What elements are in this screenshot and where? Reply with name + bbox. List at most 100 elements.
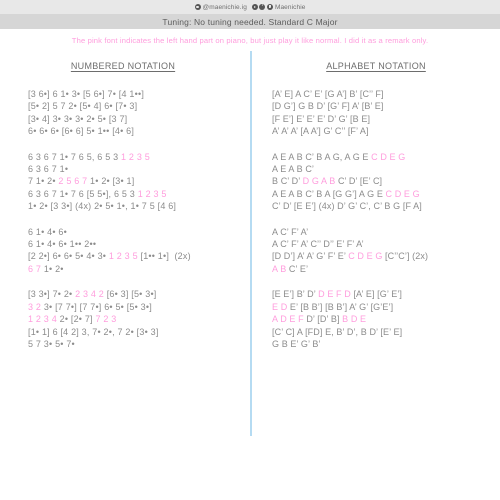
notation-segment-pink: 3 2 [28,301,42,312]
notation-segment: 1• 2• [3 3•] (4x) 2• 5• 1•, 1• 7 5 [4 6] [28,201,177,212]
notation-segment: A E A B C’ [272,164,315,175]
notation-line: A B C’ E’ [272,263,500,275]
notation-segment-pink: 7 2 3 [95,314,117,325]
notation-segment: [3• 4] 3• 3• 3• 2• 5• [3 7] [28,113,128,124]
notation-segment: D’ [D’ B] [303,314,343,325]
notation-block: 6 3 6 7 1• 7 6 5, 6 5 3 1 2 3 56 3 6 7 1… [0,151,250,213]
remark-text: The pink font indicates the left hand pa… [71,35,429,45]
notation-line: 6 1• 4• 6• 1•• 2•• [28,238,250,250]
notation-line: [C’ C] A [FD] E, B’ D’, B D’ [E’ E] [272,326,500,338]
notation-segment: G B E’ G’ B’ [272,338,321,349]
instagram-icon [194,4,201,10]
notation-block: [3 3•] 7• 2• 2 3 4 2 [6• 3] [5• 3•] 3 2 3… [0,288,250,350]
notation-sheet: NUMBERED NOTATION [3 6•] 6 1• 3• [5 6•] … [0,51,500,436]
notation-segment: 1• 2• [3• 1] [87,176,135,187]
notation-segment: E’ [B B’] [B B’] A’ G’ [G’E’] [287,301,394,312]
alphabet-notation-body: [A’ E] A C’ E’ [G A’] B’ [C’’ F] [D G’] G… [250,88,500,350]
notation-segment-pink: 6 7 [28,263,42,274]
notation-segment: [3 3•] 7• 2• [28,289,76,300]
alphabet-notation-title: ALPHABET NOTATION [326,61,426,71]
notation-block: 6 1• 4• 6• 6 1• 4• 6• 1•• 2•• [2 2•] 6• 6•… [0,226,250,276]
notation-line: [2 2•] 6• 6• 5• 4• 3• 1 2 3 5 [1•• 1•] (… [28,250,250,262]
notation-segment: A E A B C’ B A [G G’] A G E [272,188,386,199]
numbered-notation-column: NUMBERED NOTATION [3 6•] 6 1• 3• [5 6•] … [0,61,250,363]
notation-segment-pink: C D E G [348,251,383,262]
notation-line: 6 7 1• 2• [28,263,250,275]
notation-line: 3 2 3• [7 7•] [7 7•] 6• 5• [5• 3•] [28,301,250,313]
notation-segment-pink: A D E F [272,314,304,325]
notation-segment: 5 7 3• 5• 7• [28,338,75,349]
notation-line: 1 2 3 4 2• [2• 7] 7 2 3 [28,313,250,325]
notation-segment-pink: 2 3 4 2 [75,289,105,300]
notation-segment: 6 1• 4• 6• [28,226,67,237]
notation-segment-pink: 1 2 3 5 [137,188,167,199]
notation-segment-pink: 1 2 3 4 [28,314,57,325]
notation-segment-pink: 1 2 3 5 [108,251,138,262]
notation-segment: A E A B C’ B A G, A G E [272,151,372,162]
notation-segment: B C’ D’ [272,176,303,187]
notation-segment: 6 3 6 7 1• [28,164,69,175]
notation-segment: 2• [2• 7] [56,314,96,325]
notation-line: E D E’ [B B’] [B B’] A’ G’ [G’E’] [272,301,500,313]
notation-segment: 1• 2• [41,263,64,274]
notation-segment: [D D’] A’ A’ G’ F’ E’ [272,251,349,262]
notation-line: 6 3 6 7 1• [28,163,250,175]
notation-segment: [A’ E] A C’ E’ [G A’] B’ [C’’ F] [272,89,384,99]
notation-segment: [2 2•] 6• 6• 5• 4• 3• [28,251,109,262]
notation-segment: 6 3 6 7 1• 7 6 5, 6 5 3 [28,151,122,162]
credit-name-group: Maenichie [251,3,306,11]
youtube-icon [251,4,258,10]
notation-segment: [E E’] B’ D’ [272,289,319,300]
notation-segment-pink: C D E G [371,151,406,162]
tuning-text: Tuning: No tuning needed. Standard C Maj… [162,16,338,27]
tuning-bar: Tuning: No tuning needed. Standard C Maj… [0,14,500,29]
notation-line: 5 7 3• 5• 7• [28,338,250,350]
notation-segment-pink: E D [272,301,288,312]
numbered-notation-title: NUMBERED NOTATION [70,61,176,71]
notation-block: [E E’] B’ D’ D E F D [A’ E] [G’ E’] E D E… [250,288,500,350]
pink-remark-bar: The pink font indicates the left hand pa… [0,29,500,51]
credit-handle: @maenichie.ig [202,3,247,11]
notation-segment-pink: C D E G [385,188,420,199]
tiktok-icon [266,4,273,10]
notation-segment: [F E’] E’ E’ E’ D’ G’ [B E] [272,113,371,124]
notation-line: [5• 2] 5 7 2• [5• 4] 6• [7• 3] [28,100,250,112]
notation-line: [E E’] B’ D’ D E F D [A’ E] [G’ E’] [272,288,500,300]
notation-segment: [D G’] G B D’ [G’ F] A’ [B’ E] [272,101,384,112]
notation-segment-pink: B D E [342,314,367,325]
notation-line: [D G’] G B D’ [G’ F] A’ [B’ E] [272,100,500,112]
credit-handle-group: @maenichie.ig [194,3,247,11]
notation-line: [3• 4] 3• 3• 3• 2• 5• [3 7] [28,113,250,125]
notation-segment-pink: 2 5 6 7 [58,176,88,187]
notation-line: A E A B C’ B A G, A G E C D E G [272,151,500,163]
notation-block: A C’ F’ A’ A C’ F’ A’ C’’ D’’ E’ F’ A’ [D … [250,226,500,276]
notation-segment-pink: A B [272,263,287,274]
notation-block: [3 6•] 6 1• 3• [5 6•] 7• [4 1••] [5• 2] 5… [0,88,250,138]
notation-segment: [5• 2] 5 7 2• [5• 4] 6• [7• 3] [28,101,138,112]
notation-line: A E A B C’ B A [G G’] A G E C D E G [272,188,500,200]
notation-line: A D E F D’ [D’ B] B D E [272,313,500,325]
alphabet-notation-column: ALPHABET NOTATION [A’ E] A C’ E’ [G A’] … [250,61,500,363]
notation-line: [3 3•] 7• 2• 2 3 4 2 [6• 3] [5• 3•] [28,288,250,300]
notation-line: 6 3 6 7 1• 7 6 5, 6 5 3 1 2 3 5 [28,151,250,163]
notation-segment: [1• 1] 6 [4 2] 3, 7• 2•, 7 2• [3• 3] [28,326,159,337]
notation-line: A’ A’ A’ [A A’] G’ C’’ [F’ A] [272,125,500,137]
notation-segment: [1•• 1•] (2x) [137,251,191,262]
notation-line: 7 1• 2• 2 5 6 7 1• 2• [3• 1] [28,175,250,187]
social-icon-group [251,3,273,10]
notation-block: [A’ E] A C’ E’ [G A’] B’ [C’’ F] [D G’] G… [250,88,500,138]
notation-line: C’ D’ [E E’] (4x) D’ G’ C’, C’ B G [F A] [272,200,500,212]
notation-line: A C’ F’ A’ [272,226,500,238]
notation-line: [A’ E] A C’ E’ [G A’] B’ [C’’ F] [272,88,500,100]
notation-line: [D D’] A’ A’ G’ F’ E’ C D E G [C’’C’] (2… [272,250,500,262]
notation-segment: C’ E’ [286,263,309,274]
notation-segment: [C’’C’] (2x) [382,251,429,262]
notation-segment: C’ D’ [E’ C] [335,176,383,187]
facebook-icon [259,3,266,10]
notation-segment-pink: D E F D [318,289,351,300]
notation-segment: 6 1• 4• 6• 1•• 2•• [28,239,97,250]
notation-line: [1• 1] 6 [4 2] 3, 7• 2•, 7 2• [3• 3] [28,326,250,338]
notation-line: 1• 2• [3 3•] (4x) 2• 5• 1•, 1• 7 5 [4 6] [28,200,250,212]
notation-line: [F E’] E’ E’ E’ D’ G’ [B E] [272,113,500,125]
credit-name: Maenichie [274,3,306,11]
